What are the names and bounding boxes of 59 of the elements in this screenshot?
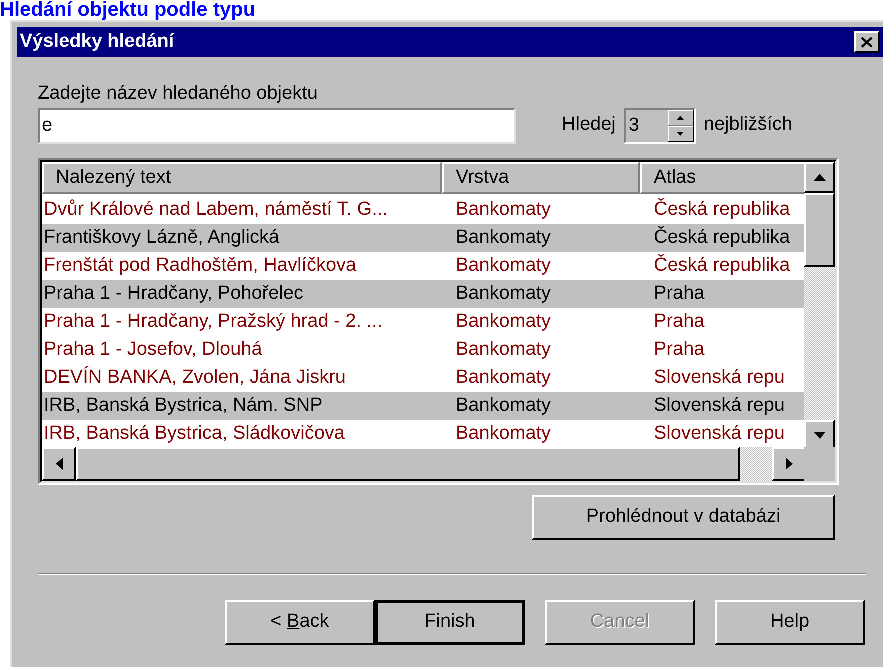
scroll-up-button[interactable] <box>804 162 835 193</box>
table-cell-text: Praha 1 - Josefov, Dlouhá <box>43 338 264 362</box>
table-cell-text: Bankomaty <box>455 366 552 390</box>
spin-up-button[interactable] <box>668 110 694 126</box>
table-cell-text: Česká republika <box>653 225 792 250</box>
count-label: Hledej <box>562 112 616 136</box>
scroll-right-button[interactable] <box>772 447 806 481</box>
up-arrow-icon <box>814 174 826 181</box>
close-button[interactable] <box>854 31 880 53</box>
window-title: Výsledky hledání <box>20 30 174 54</box>
table-cell-text: Česká republika <box>653 197 792 222</box>
right-arrow-icon <box>786 458 792 470</box>
table-cell-text: Praha <box>653 282 706 306</box>
close-icon <box>861 36 873 48</box>
table-cell-text: Bankomaty <box>455 198 552 222</box>
search-field[interactable]: e <box>38 108 516 144</box>
table-cell-text: Bankomaty <box>455 338 552 362</box>
column-header[interactable]: Nalezený text <box>42 162 442 194</box>
dialog-button[interactable]: < Back <box>225 600 375 645</box>
table-cell-text: IRB, Banská Bystrica, Sládkovičova <box>43 422 346 446</box>
table-cell-text: Bankomaty <box>455 282 552 306</box>
table-cell-text: Slovenská repu <box>653 366 786 390</box>
table-cell-text: Slovenská repu <box>653 422 786 446</box>
table-cell-text: Dvůr Králové nad Labem, náměstí T. G... <box>43 198 389 222</box>
dialog-button[interactable]: Finish <box>375 600 525 645</box>
count-spinner[interactable]: 3 <box>624 108 696 144</box>
up-arrow-icon <box>677 116 684 120</box>
field-label: Zadejte název hledaného objektu <box>38 82 319 106</box>
down-arrow-icon <box>814 432 826 439</box>
table-cell-text: Praha <box>653 310 706 334</box>
table-cell-text: Bankomaty <box>455 422 552 446</box>
table-cell-text: Praha 1 - Hradčany, Pohořelec <box>43 282 304 306</box>
dialog-button[interactable]: Help <box>715 600 865 645</box>
scroll-thumb[interactable] <box>804 193 835 267</box>
list-row[interactable]: Praha 1 - Hradčany, Pohořelec Bankomaty Praha <box>42 280 804 308</box>
table-cell-text: Bankomaty <box>455 226 552 250</box>
left-arrow-icon <box>56 458 62 470</box>
table-cell-text: Česká republika <box>653 253 792 278</box>
count-label: nejbližších <box>704 112 793 136</box>
scroll-left-button[interactable] <box>42 447 76 481</box>
list-row[interactable]: Františkovy Lázně, Anglická Bankomaty Česká republika <box>42 224 804 252</box>
list-row[interactable]: IRB, Banská Bystrica, Nám. SNP Bankomaty Slovenská repu <box>42 392 804 420</box>
table-cell-text: Slovenská repu <box>653 394 786 418</box>
table-cell-text: IRB, Banská Bystrica, Nám. SNP <box>43 394 324 418</box>
table-cell-text: Bankomaty <box>455 310 552 334</box>
page-heading: Hledání objektu podle typu <box>0 0 256 20</box>
table-cell-text: Bankomaty <box>455 254 552 278</box>
down-arrow-icon <box>677 132 684 136</box>
table-cell-text: Praha <box>653 338 706 362</box>
count-value: 3 <box>628 114 640 138</box>
spin-down-button[interactable] <box>668 126 694 142</box>
table-cell-text: Frenštát pod Radhoštěm, Havlíčkova <box>43 254 358 278</box>
table-cell-text: Bankomaty <box>455 394 552 418</box>
table-cell-text: Františkovy Lázně, Anglická <box>43 226 281 250</box>
browse-button[interactable]: Prohlédnout v databázi <box>532 495 835 540</box>
table-cell-text: Praha 1 - Hradčany, Pražský hrad - 2. ... <box>43 310 384 334</box>
column-header[interactable]: Vrstva <box>442 162 640 194</box>
table-cell-text: DEVÍN BANKA, Zvolen, Jána Jiskru <box>43 366 347 390</box>
column-header[interactable]: Atlas <box>640 162 804 194</box>
